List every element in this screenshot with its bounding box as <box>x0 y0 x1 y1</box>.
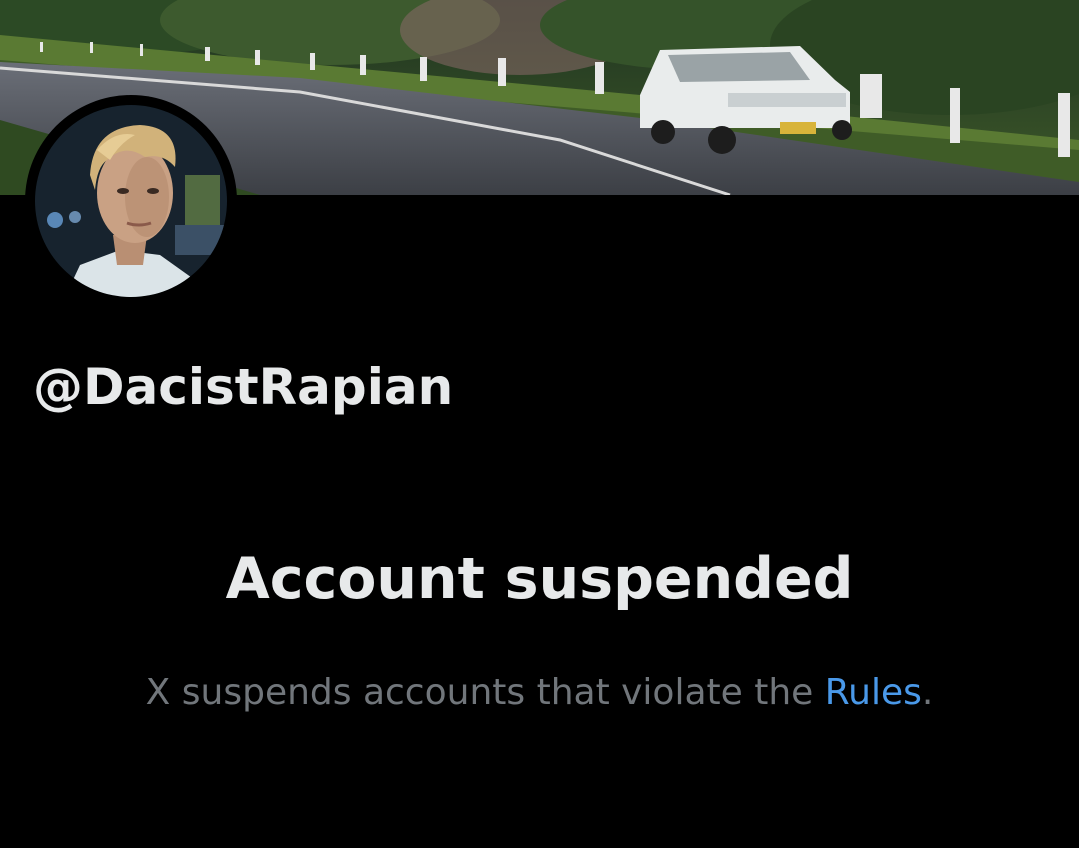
suspension-title: Account suspended <box>225 546 854 612</box>
profile-photo-icon <box>35 105 227 297</box>
suspension-message-period: . <box>921 672 934 713</box>
suspended-profile-page: @DacistRapian Account suspended X suspen… <box>0 0 1079 848</box>
profile-handle: @DacistRapian <box>33 358 454 416</box>
rules-link[interactable]: Rules <box>825 672 922 713</box>
avatar[interactable] <box>35 105 227 297</box>
suspension-message-text: X suspends accounts that violate the <box>145 672 825 713</box>
suspension-message: X suspends accounts that violate the Rul… <box>0 672 1079 713</box>
